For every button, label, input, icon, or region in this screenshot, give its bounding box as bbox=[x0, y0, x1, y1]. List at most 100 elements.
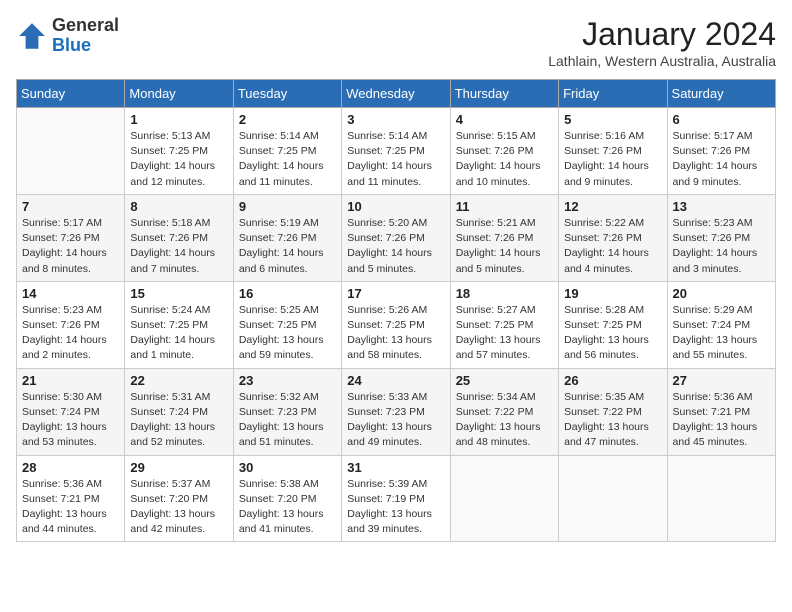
calendar-cell: 19 Sunrise: 5:28 AM Sunset: 7:25 PM Dayli… bbox=[559, 281, 667, 368]
calendar-body: 1 Sunrise: 5:13 AM Sunset: 7:25 PM Daylig… bbox=[17, 108, 776, 542]
calendar-week-3: 21 Sunrise: 5:30 AM Sunset: 7:24 PM Dayli… bbox=[17, 368, 776, 455]
calendar-week-1: 7 Sunrise: 5:17 AM Sunset: 7:26 PM Daylig… bbox=[17, 194, 776, 281]
day-number: 15 bbox=[130, 286, 227, 301]
weekday-header-tuesday: Tuesday bbox=[233, 80, 341, 108]
day-info: Sunrise: 5:17 AM Sunset: 7:26 PM Dayligh… bbox=[22, 216, 119, 277]
weekday-header-friday: Friday bbox=[559, 80, 667, 108]
calendar-week-0: 1 Sunrise: 5:13 AM Sunset: 7:25 PM Daylig… bbox=[17, 108, 776, 195]
day-info: Sunrise: 5:26 AM Sunset: 7:25 PM Dayligh… bbox=[347, 303, 444, 364]
day-number: 23 bbox=[239, 373, 336, 388]
calendar-cell bbox=[667, 455, 775, 542]
calendar-cell: 20 Sunrise: 5:29 AM Sunset: 7:24 PM Dayli… bbox=[667, 281, 775, 368]
day-number: 16 bbox=[239, 286, 336, 301]
calendar-cell: 10 Sunrise: 5:20 AM Sunset: 7:26 PM Dayli… bbox=[342, 194, 450, 281]
day-info: Sunrise: 5:38 AM Sunset: 7:20 PM Dayligh… bbox=[239, 477, 336, 538]
calendar-cell: 4 Sunrise: 5:15 AM Sunset: 7:26 PM Daylig… bbox=[450, 108, 558, 195]
day-info: Sunrise: 5:31 AM Sunset: 7:24 PM Dayligh… bbox=[130, 390, 227, 451]
calendar-cell: 24 Sunrise: 5:33 AM Sunset: 7:23 PM Dayli… bbox=[342, 368, 450, 455]
day-number: 30 bbox=[239, 460, 336, 475]
calendar-cell bbox=[17, 108, 125, 195]
day-info: Sunrise: 5:16 AM Sunset: 7:26 PM Dayligh… bbox=[564, 129, 661, 190]
day-info: Sunrise: 5:29 AM Sunset: 7:24 PM Dayligh… bbox=[673, 303, 770, 364]
weekday-header-wednesday: Wednesday bbox=[342, 80, 450, 108]
day-info: Sunrise: 5:28 AM Sunset: 7:25 PM Dayligh… bbox=[564, 303, 661, 364]
day-info: Sunrise: 5:24 AM Sunset: 7:25 PM Dayligh… bbox=[130, 303, 227, 364]
day-number: 5 bbox=[564, 112, 661, 127]
day-number: 11 bbox=[456, 199, 553, 214]
page-header: General Blue January 2024 Lathlain, West… bbox=[16, 16, 776, 69]
weekday-header-monday: Monday bbox=[125, 80, 233, 108]
day-number: 19 bbox=[564, 286, 661, 301]
calendar-cell: 16 Sunrise: 5:25 AM Sunset: 7:25 PM Dayli… bbox=[233, 281, 341, 368]
day-number: 24 bbox=[347, 373, 444, 388]
day-info: Sunrise: 5:25 AM Sunset: 7:25 PM Dayligh… bbox=[239, 303, 336, 364]
location-text: Lathlain, Western Australia, Australia bbox=[548, 53, 776, 69]
day-info: Sunrise: 5:27 AM Sunset: 7:25 PM Dayligh… bbox=[456, 303, 553, 364]
day-number: 10 bbox=[347, 199, 444, 214]
calendar-cell bbox=[559, 455, 667, 542]
day-info: Sunrise: 5:20 AM Sunset: 7:26 PM Dayligh… bbox=[347, 216, 444, 277]
calendar-cell: 3 Sunrise: 5:14 AM Sunset: 7:25 PM Daylig… bbox=[342, 108, 450, 195]
day-number: 13 bbox=[673, 199, 770, 214]
day-number: 9 bbox=[239, 199, 336, 214]
day-info: Sunrise: 5:23 AM Sunset: 7:26 PM Dayligh… bbox=[673, 216, 770, 277]
day-info: Sunrise: 5:36 AM Sunset: 7:21 PM Dayligh… bbox=[22, 477, 119, 538]
calendar-cell: 29 Sunrise: 5:37 AM Sunset: 7:20 PM Dayli… bbox=[125, 455, 233, 542]
day-info: Sunrise: 5:13 AM Sunset: 7:25 PM Dayligh… bbox=[130, 129, 227, 190]
calendar-cell: 2 Sunrise: 5:14 AM Sunset: 7:25 PM Daylig… bbox=[233, 108, 341, 195]
logo-text: General Blue bbox=[52, 16, 119, 56]
calendar-week-4: 28 Sunrise: 5:36 AM Sunset: 7:21 PM Dayli… bbox=[17, 455, 776, 542]
calendar-cell bbox=[450, 455, 558, 542]
day-number: 3 bbox=[347, 112, 444, 127]
calendar-table: SundayMondayTuesdayWednesdayThursdayFrid… bbox=[16, 79, 776, 542]
day-info: Sunrise: 5:36 AM Sunset: 7:21 PM Dayligh… bbox=[673, 390, 770, 451]
day-info: Sunrise: 5:33 AM Sunset: 7:23 PM Dayligh… bbox=[347, 390, 444, 451]
day-number: 2 bbox=[239, 112, 336, 127]
calendar-cell: 15 Sunrise: 5:24 AM Sunset: 7:25 PM Dayli… bbox=[125, 281, 233, 368]
calendar-cell: 28 Sunrise: 5:36 AM Sunset: 7:21 PM Dayli… bbox=[17, 455, 125, 542]
calendar-cell: 9 Sunrise: 5:19 AM Sunset: 7:26 PM Daylig… bbox=[233, 194, 341, 281]
day-number: 29 bbox=[130, 460, 227, 475]
calendar-cell: 14 Sunrise: 5:23 AM Sunset: 7:26 PM Dayli… bbox=[17, 281, 125, 368]
logo: General Blue bbox=[16, 16, 119, 56]
calendar-cell: 21 Sunrise: 5:30 AM Sunset: 7:24 PM Dayli… bbox=[17, 368, 125, 455]
day-number: 4 bbox=[456, 112, 553, 127]
calendar-cell: 18 Sunrise: 5:27 AM Sunset: 7:25 PM Dayli… bbox=[450, 281, 558, 368]
day-number: 17 bbox=[347, 286, 444, 301]
month-title: January 2024 bbox=[548, 16, 776, 53]
calendar-cell: 5 Sunrise: 5:16 AM Sunset: 7:26 PM Daylig… bbox=[559, 108, 667, 195]
day-info: Sunrise: 5:23 AM Sunset: 7:26 PM Dayligh… bbox=[22, 303, 119, 364]
day-info: Sunrise: 5:19 AM Sunset: 7:26 PM Dayligh… bbox=[239, 216, 336, 277]
calendar-cell: 27Sunrise: 5:36 AM Sunset: 7:21 PM Dayli… bbox=[667, 368, 775, 455]
calendar-cell: 23Sunrise: 5:32 AM Sunset: 7:23 PM Dayli… bbox=[233, 368, 341, 455]
day-number: 1 bbox=[130, 112, 227, 127]
day-info: Sunrise: 5:18 AM Sunset: 7:26 PM Dayligh… bbox=[130, 216, 227, 277]
calendar-cell: 12Sunrise: 5:22 AM Sunset: 7:26 PM Dayli… bbox=[559, 194, 667, 281]
weekday-header-row: SundayMondayTuesdayWednesdayThursdayFrid… bbox=[17, 80, 776, 108]
calendar-cell: 31Sunrise: 5:39 AM Sunset: 7:19 PM Dayli… bbox=[342, 455, 450, 542]
calendar-cell: 25 Sunrise: 5:34 AM Sunset: 7:22 PM Dayli… bbox=[450, 368, 558, 455]
logo-icon bbox=[16, 20, 48, 52]
day-info: Sunrise: 5:35 AM Sunset: 7:22 PM Dayligh… bbox=[564, 390, 661, 451]
day-number: 25 bbox=[456, 373, 553, 388]
day-info: Sunrise: 5:15 AM Sunset: 7:26 PM Dayligh… bbox=[456, 129, 553, 190]
calendar-cell: 13 Sunrise: 5:23 AM Sunset: 7:26 PM Dayli… bbox=[667, 194, 775, 281]
day-info: Sunrise: 5:34 AM Sunset: 7:22 PM Dayligh… bbox=[456, 390, 553, 451]
day-number: 14 bbox=[22, 286, 119, 301]
day-number: 21 bbox=[22, 373, 119, 388]
day-number: 22 bbox=[130, 373, 227, 388]
day-number: 8 bbox=[130, 199, 227, 214]
day-number: 18 bbox=[456, 286, 553, 301]
day-number: 6 bbox=[673, 112, 770, 127]
day-info: Sunrise: 5:17 AM Sunset: 7:26 PM Dayligh… bbox=[673, 129, 770, 190]
day-number: 7 bbox=[22, 199, 119, 214]
weekday-header-sunday: Sunday bbox=[17, 80, 125, 108]
day-number: 20 bbox=[673, 286, 770, 301]
day-info: Sunrise: 5:30 AM Sunset: 7:24 PM Dayligh… bbox=[22, 390, 119, 451]
day-info: Sunrise: 5:14 AM Sunset: 7:25 PM Dayligh… bbox=[347, 129, 444, 190]
day-number: 28 bbox=[22, 460, 119, 475]
day-info: Sunrise: 5:14 AM Sunset: 7:25 PM Dayligh… bbox=[239, 129, 336, 190]
day-info: Sunrise: 5:37 AM Sunset: 7:20 PM Dayligh… bbox=[130, 477, 227, 538]
calendar-cell: 7 Sunrise: 5:17 AM Sunset: 7:26 PM Daylig… bbox=[17, 194, 125, 281]
calendar-cell: 11Sunrise: 5:21 AM Sunset: 7:26 PM Dayli… bbox=[450, 194, 558, 281]
